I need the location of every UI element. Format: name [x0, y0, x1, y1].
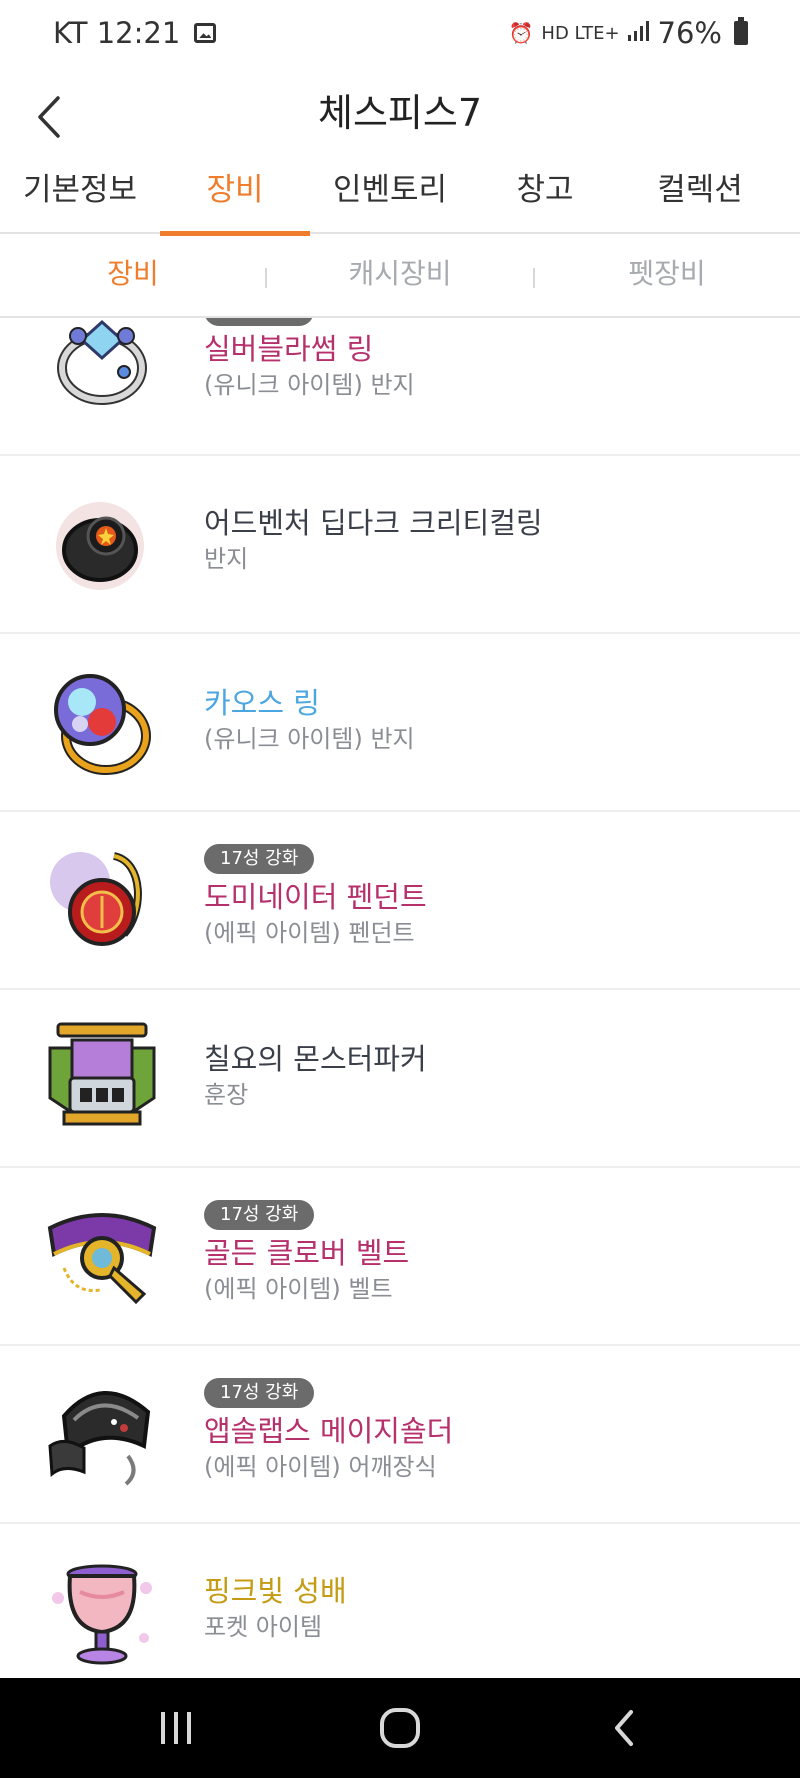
app-header: 체스피스7: [0, 68, 800, 168]
recent-apps-icon[interactable]: [116, 1678, 236, 1778]
list-item[interactable]: 17성 강화 앱솔랩스 메이지숄더 (에픽 아이템) 어깨장식: [0, 1346, 800, 1524]
item-text: 10성 강화 실버블라썸 링 (유니크 아이템) 반지: [204, 318, 415, 402]
shoulder-icon: [44, 1376, 160, 1492]
pendant-icon: [44, 842, 160, 958]
item-type: (에픽 아이템) 펜던트: [204, 919, 415, 947]
star-force-badge: 17성 강화: [204, 1200, 315, 1230]
gallery-icon: [194, 23, 217, 43]
item-text: 17성 강화 골든 클로버 벨트 (에픽 아이템) 벨트: [204, 1200, 409, 1306]
list-item[interactable]: 10성 강화 실버블라썸 링 (유니크 아이템) 반지: [0, 318, 800, 456]
star-force-badge: 17성 강화: [204, 1378, 315, 1408]
item-type: (에픽 아이템) 어깨장식: [204, 1453, 437, 1481]
chaos-ring-icon: [44, 666, 160, 782]
item-name: 어드벤처 딥다크 크리티컬링: [204, 506, 543, 540]
medal-icon: [44, 1018, 160, 1134]
item-name: 앱솔랩스 메이지숄더: [204, 1414, 454, 1448]
item-type: 반지: [204, 545, 249, 573]
tab-inventory[interactable]: 인벤토리: [310, 160, 470, 234]
status-left: KT 12:21: [53, 16, 217, 50]
carrier-time: KT 12:21: [53, 16, 181, 50]
dark-ring-icon: [44, 486, 160, 602]
main-tabs: 기본정보 장비 인벤토리 창고 컬렉션: [0, 160, 800, 236]
tab-storage[interactable]: 창고: [470, 160, 620, 234]
tab-equipment[interactable]: 장비: [160, 160, 310, 236]
equipment-list: 10성 강화 실버블라썸 링 (유니크 아이템) 반지 어드벤처 딥다크 크리티…: [0, 318, 800, 1678]
status-bar: KT 12:21 ⏰ HD LTE+ 76%: [0, 0, 800, 68]
list-item[interactable]: 17성 강화 도미네이터 펜던트 (에픽 아이템) 펜던트: [0, 812, 800, 990]
item-text: 카오스 링 (유니크 아이템) 반지: [204, 684, 415, 756]
item-type: (유니크 아이템) 반지: [204, 725, 415, 753]
item-text: 핑크빛 성배 포켓 아이템: [204, 1572, 347, 1644]
item-name: 카오스 링: [204, 686, 320, 720]
belt-icon: [44, 1198, 160, 1314]
battery-icon: [734, 17, 748, 45]
star-force-badge: 17성 강화: [204, 844, 315, 874]
item-text: 칠요의 몬스터파커 훈장: [204, 1040, 427, 1112]
tab-basic-info[interactable]: 기본정보: [0, 160, 160, 234]
item-type: 훈장: [204, 1081, 249, 1109]
item-name: 핑크빛 성배: [204, 1574, 347, 1608]
silver-ring-icon: [44, 318, 160, 418]
subtab-cash-equipment[interactable]: 캐시장비: [266, 234, 534, 318]
back-icon[interactable]: [564, 1678, 684, 1778]
sub-tabs: 장비 캐시장비 펫장비: [0, 234, 800, 318]
status-right: ⏰ HD LTE+ 76%: [508, 16, 748, 50]
item-type: (에픽 아이템) 벨트: [204, 1275, 393, 1303]
page-title: 체스피스7: [317, 91, 483, 135]
list-item[interactable]: 17성 강화 골든 클로버 벨트 (에픽 아이템) 벨트: [0, 1168, 800, 1346]
star-force-badge: 10성 강화: [204, 318, 315, 326]
tab-collection[interactable]: 컬렉션: [620, 160, 780, 234]
item-name: 실버블라썸 링: [204, 332, 374, 366]
alarm-icon: ⏰: [508, 21, 534, 45]
system-nav-bar: [0, 1678, 800, 1778]
goblet-icon: [44, 1558, 160, 1674]
subtab-pet-equipment[interactable]: 펫장비: [534, 234, 800, 318]
item-text: 어드벤처 딥다크 크리티컬링 반지: [204, 504, 543, 576]
item-type: (유니크 아이템) 반지: [204, 371, 415, 399]
list-item[interactable]: 칠요의 몬스터파커 훈장: [0, 990, 800, 1168]
list-item[interactable]: 핑크빛 성배 포켓 아이템: [0, 1524, 800, 1678]
item-name: 칠요의 몬스터파커: [204, 1042, 427, 1076]
signal-icon: [627, 20, 650, 46]
item-text: 17성 강화 도미네이터 펜던트 (에픽 아이템) 펜던트: [204, 844, 427, 950]
list-item[interactable]: 카오스 링 (유니크 아이템) 반지: [0, 634, 800, 812]
item-name: 도미네이터 펜던트: [204, 880, 427, 914]
item-type: 포켓 아이템: [204, 1613, 323, 1641]
list-item[interactable]: 어드벤처 딥다크 크리티컬링 반지: [0, 456, 800, 634]
subtab-equipment[interactable]: 장비: [0, 234, 266, 318]
item-name: 골든 클로버 벨트: [204, 1236, 410, 1270]
battery-percent: 76%: [657, 16, 722, 50]
item-text: 17성 강화 앱솔랩스 메이지숄더 (에픽 아이템) 어깨장식: [204, 1378, 453, 1484]
network-label: HD LTE+: [541, 22, 620, 44]
home-icon[interactable]: [340, 1678, 460, 1778]
